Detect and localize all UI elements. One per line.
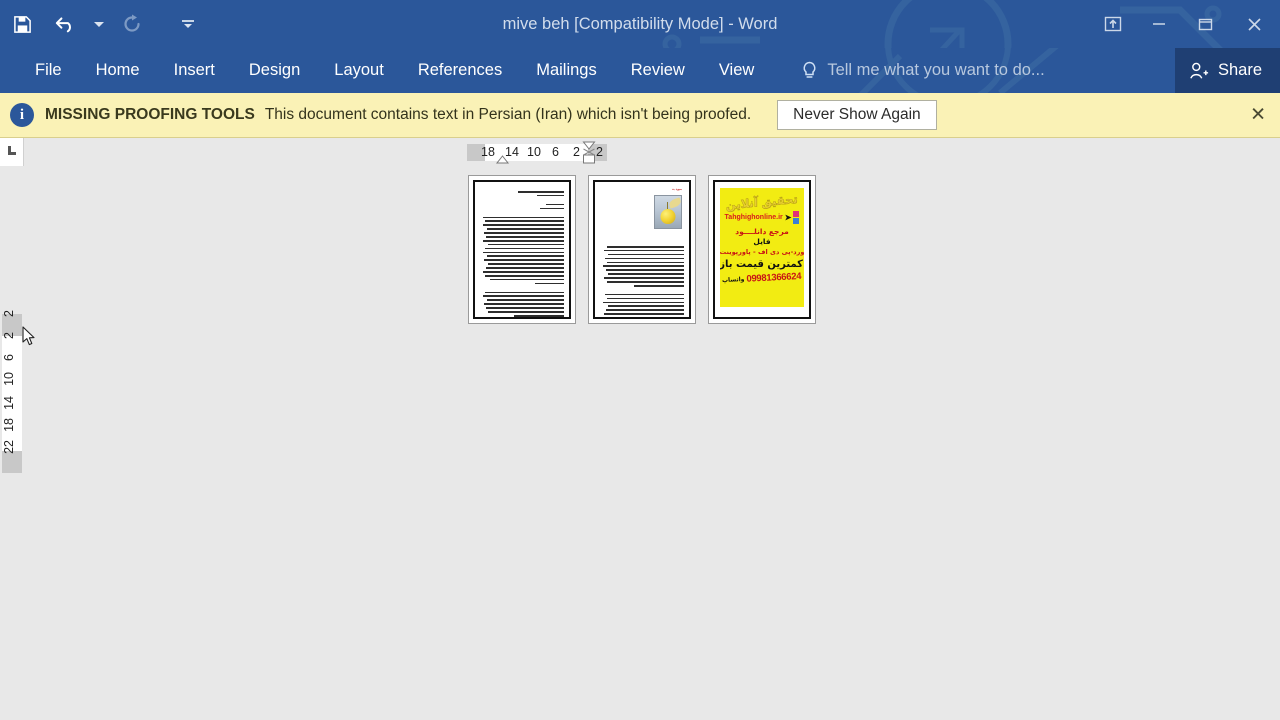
page-1-content (473, 180, 571, 319)
restore-button[interactable] (1182, 0, 1228, 48)
window-controls (1090, 0, 1280, 48)
share-label: Share (1217, 61, 1262, 79)
tab-review[interactable]: Review (614, 48, 702, 93)
save-icon (13, 15, 31, 33)
ad-phone-number: 09981366624 (746, 270, 802, 285)
close-icon (1247, 17, 1261, 31)
ad-logo-text: تحقیق آنلاین (726, 191, 798, 213)
page-3-content: تحقیق آنلاین Tahghighonline.ir ➤ مرجع دا… (713, 180, 811, 319)
app-icon-2 (793, 218, 800, 224)
app-icon-1 (793, 211, 800, 217)
fruit-shape (660, 209, 676, 224)
ad-contact-row: واتساپ 09981366624 (722, 271, 802, 286)
redo-icon (124, 14, 140, 32)
hruler-tick-10: 10 (527, 145, 541, 159)
chevron-down-icon (94, 21, 104, 27)
document-workspace: 2 2 6 10 14 18 22 میوه به تحقیق آنلاین T… (0, 166, 1280, 713)
tab-home[interactable]: Home (79, 48, 157, 93)
title-bar: mive beh [Compatibility Mode] - Word (0, 0, 1280, 48)
document-page-2[interactable]: میوه به (588, 175, 696, 324)
tell-me-search[interactable]: Tell me what you want to do... (801, 61, 1045, 81)
vruler-tick-10: 10 (2, 372, 16, 386)
vruler-tick-18: 18 (2, 418, 16, 432)
undo-icon (55, 17, 71, 33)
tab-file[interactable]: File (18, 48, 79, 93)
vertical-ruler[interactable]: 2 2 6 10 14 18 22 (0, 166, 24, 713)
tab-references[interactable]: References (401, 48, 519, 93)
never-show-again-button[interactable]: Never Show Again (777, 100, 937, 130)
ribbon-options-icon (1104, 16, 1122, 32)
horizontal-ruler[interactable]: 18 14 10 6 2 2 (24, 138, 1280, 166)
vruler-tick-14: 14 (2, 396, 16, 410)
share-button[interactable]: Share (1174, 48, 1280, 93)
vertical-ruler-ticks: 2 2 6 10 14 18 22 (2, 310, 22, 473)
info-icon: i (10, 103, 34, 127)
left-tab-stop-icon (8, 146, 16, 155)
minimize-icon (1153, 23, 1165, 25)
message-bar-text: This document contains text in Persian (… (264, 106, 752, 123)
close-button[interactable] (1228, 0, 1280, 48)
ribbon-display-options-button[interactable] (1090, 0, 1136, 48)
person-add-icon (1190, 62, 1209, 79)
arrow-left-icon: ➤ (784, 212, 792, 222)
tab-view[interactable]: View (702, 48, 771, 93)
message-bar-close-icon[interactable]: ✕ (1250, 106, 1266, 125)
stem-shape (666, 202, 669, 209)
ruler-row: 18 14 10 6 2 2 (0, 138, 1280, 166)
vruler-tick-6: 6 (2, 354, 16, 361)
customize-qat-button[interactable] (166, 4, 210, 44)
ribbon-tabs: File Home Insert Design Layout Reference… (0, 48, 771, 93)
ad-website-url: Tahghighonline.ir (724, 214, 783, 221)
pages-area: میوه به تحقیق آنلاین Tahghighonline.ir ➤… (24, 166, 1280, 713)
document-page-1[interactable] (468, 175, 576, 324)
tab-insert[interactable]: Insert (157, 48, 232, 93)
ad-app-icons (793, 211, 800, 224)
hruler-tick-6: 6 (552, 145, 559, 159)
quick-access-toolbar (0, 0, 210, 48)
ad-whatsapp-label: واتساپ (722, 275, 746, 285)
ad-url-row: Tahghighonline.ir ➤ (725, 211, 800, 224)
message-bar: i MISSING PROOFING TOOLS This document c… (0, 93, 1280, 138)
vruler-tick-22: 22 (2, 440, 16, 454)
tab-mailings[interactable]: Mailings (519, 48, 614, 93)
vruler-tick-2b: 2 (2, 332, 16, 339)
lightbulb-icon (803, 61, 816, 78)
ad-line-3: ورد-پی دی اف - پاورپوینت (720, 248, 804, 256)
minimize-button[interactable] (1136, 0, 1182, 48)
ad-line-2: فایل (753, 237, 771, 246)
page-thumbnails: میوه به تحقیق آنلاین Tahghighonline.ir ➤… (468, 175, 816, 324)
quince-fruit-image (654, 195, 682, 229)
leaf-shape (667, 197, 682, 209)
tell-me-label: Tell me what you want to do... (827, 61, 1045, 79)
tab-stop-selector[interactable] (0, 138, 24, 166)
message-bar-title: MISSING PROOFING TOOLS (45, 106, 255, 123)
right-indent-marker[interactable] (576, 140, 602, 166)
tab-layout[interactable]: Layout (317, 48, 401, 93)
page-2-content: میوه به (593, 180, 691, 319)
chevron-down-icon (182, 20, 194, 28)
tab-design[interactable]: Design (232, 48, 317, 93)
vruler-tick-2a: 2 (2, 310, 16, 317)
document-page-3[interactable]: تحقیق آنلاین Tahghighonline.ir ➤ مرجع دا… (708, 175, 816, 324)
advertisement-block: تحقیق آنلاین Tahghighonline.ir ➤ مرجع دا… (720, 188, 804, 307)
restore-icon (1198, 18, 1212, 30)
undo-dropdown-button[interactable] (88, 4, 110, 44)
page-2-caption: میوه به (671, 187, 682, 191)
undo-button[interactable] (44, 4, 88, 44)
ad-line-1: مرجع دانلــــود (735, 227, 789, 236)
ad-line-4: با کمترین قیمت بازار (720, 259, 804, 270)
redo-button[interactable] (110, 4, 154, 44)
ribbon-tab-bar: File Home Insert Design Layout Reference… (0, 48, 1280, 93)
save-button[interactable] (0, 4, 44, 44)
mouse-pointer (22, 326, 35, 346)
